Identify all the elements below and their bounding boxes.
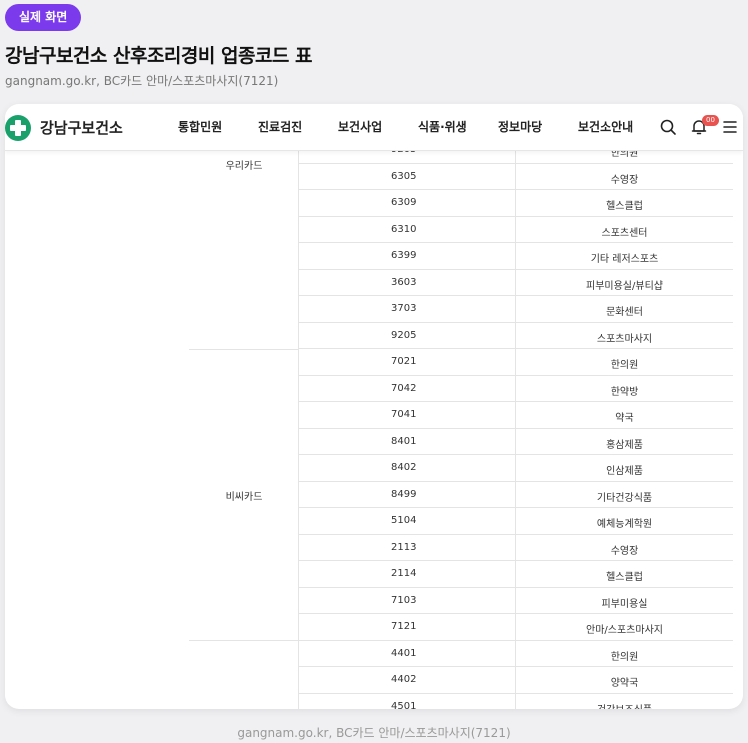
- industry-code: 7103: [391, 594, 417, 606]
- table-row: 9205 한의원: [299, 151, 733, 164]
- industry-code: 7021: [391, 356, 417, 367]
- industry-name: 예체능계학원: [515, 508, 733, 535]
- industry-code: 3603: [391, 276, 417, 288]
- industry-code: 7121: [391, 621, 417, 632]
- industry-code-table: 우리카드 비씨카드 9205 한의원 6305 수영장 6309 헬스클럽 6310 스포츠센…: [5, 151, 743, 709]
- industry-name: 홍삼제품: [515, 428, 733, 455]
- nav-item-health-projects[interactable]: 보건사업: [338, 118, 382, 135]
- table-row: 6310 스포츠센터: [299, 216, 733, 243]
- table-row: 3603 피부미용실/뷰티샵: [299, 269, 733, 296]
- industry-name: 한의원: [515, 349, 733, 376]
- table-row: 6305 수영장: [299, 163, 733, 190]
- industry-code: 4402: [391, 674, 417, 685]
- nav-item-food-hygiene[interactable]: 식품·위생: [418, 118, 467, 135]
- nav-item-civil-affairs[interactable]: 통합민원: [178, 118, 222, 135]
- industry-name: 한의원: [515, 151, 733, 164]
- nav-item-center-guide[interactable]: 보건소안내: [578, 118, 633, 135]
- table-row: 2113 수영장: [299, 534, 733, 561]
- industry-code: 2114: [391, 568, 417, 579]
- card-group-divider: [189, 349, 299, 350]
- industry-code: 6309: [391, 197, 417, 208]
- page-subtitle: gangnam.go.kr, BC카드 안마/스포츠마사지(7121): [5, 74, 279, 88]
- industry-code: 4501: [391, 700, 417, 710]
- industry-code: 3703: [391, 303, 417, 314]
- industry-name: 헬스클럽: [515, 561, 733, 588]
- industry-name: 스포츠마사지: [515, 322, 733, 349]
- industry-name: 한약방: [515, 375, 733, 402]
- industry-name: 건강보조식품: [515, 693, 733, 709]
- table-row: 9205 스포츠마사지: [299, 322, 733, 349]
- industry-code: 5104: [391, 515, 417, 526]
- nav-item-medical-checkup[interactable]: 진료검진: [258, 118, 302, 135]
- industry-name: 기타건강식품: [515, 481, 733, 508]
- table-row: 7103 피부미용실: [299, 587, 733, 614]
- industry-code: 8402: [391, 462, 417, 473]
- industry-name: 안마/스포츠마사지: [515, 614, 733, 641]
- table-row: 8401 홍삼제품: [299, 428, 733, 455]
- search-icon[interactable]: [659, 118, 677, 136]
- table-row: 7121 안마/스포츠마사지: [299, 614, 733, 641]
- table-row: 4501 건강보조식품: [299, 693, 733, 710]
- table-row: 8402 인삼제품: [299, 455, 733, 482]
- table-row: 3703 문화센터: [299, 296, 733, 323]
- industry-code: 6310: [391, 223, 417, 235]
- card-issuer-bc: 비씨카드: [225, 492, 263, 503]
- table-row: 4402 양약국: [299, 667, 733, 694]
- card-issuer-woori: 우리카드: [225, 161, 263, 172]
- table-row: 7041 약국: [299, 402, 733, 429]
- industry-name: 수영장: [515, 163, 733, 190]
- industry-name: 양약국: [515, 667, 733, 694]
- table-row: 6309 헬스클럽: [299, 190, 733, 217]
- industry-code: 8401: [391, 435, 417, 447]
- page-title: 강남구보건소 산후조리경비 업종코드 표: [5, 45, 313, 67]
- industry-name: 기타 레저스포츠: [515, 243, 733, 270]
- industry-name: 헬스클럽: [515, 190, 733, 217]
- industry-code: 4401: [391, 647, 417, 659]
- industry-name: 약국: [515, 402, 733, 429]
- industry-code: 6305: [391, 170, 417, 182]
- industry-code: 7041: [391, 409, 417, 420]
- site-header: 강남구보건소 통합민원 진료검진 보건사업 식품·위생 정보마당 보건소안내 0…: [5, 104, 743, 151]
- industry-name: 인삼제품: [515, 455, 733, 482]
- industry-name: 문화센터: [515, 296, 733, 323]
- industry-code: 7042: [391, 382, 417, 394]
- table-row: 7021 한의원: [299, 349, 733, 376]
- site-brand[interactable]: 강남구보건소: [40, 117, 123, 138]
- table-row: 4401 한의원: [299, 640, 733, 667]
- table-row: 8499 기타건강식품: [299, 481, 733, 508]
- table-row: 6399 기타 레저스포츠: [299, 243, 733, 270]
- table-row: 2114 헬스클럽: [299, 561, 733, 588]
- table-row: 7042 한약방: [299, 375, 733, 402]
- hamburger-menu-icon[interactable]: [721, 118, 739, 136]
- industry-name: 피부미용실/뷰티샵: [515, 269, 733, 296]
- nav-item-information[interactable]: 정보마당: [498, 118, 542, 135]
- industry-name: 수영장: [515, 534, 733, 561]
- notification-count-badge: 00: [702, 115, 719, 126]
- industry-name: 한의원: [515, 640, 733, 667]
- screenshot-badge: 실제 화면: [5, 4, 82, 31]
- health-cross-logo-icon[interactable]: [5, 115, 31, 141]
- industry-name: 스포츠센터: [515, 216, 733, 243]
- industry-code: 9205: [391, 329, 417, 341]
- table-row: 5104 예체능계학원: [299, 508, 733, 535]
- industry-name: 피부미용실: [515, 587, 733, 614]
- industry-code: 8499: [391, 488, 417, 500]
- industry-code: 2113: [391, 541, 417, 553]
- card-group-divider: [189, 640, 299, 641]
- industry-code: 9205: [391, 151, 416, 155]
- industry-code: 6399: [391, 250, 417, 261]
- image-caption: gangnam.go.kr, BC카드 안마/스포츠마사지(7121): [237, 726, 511, 740]
- browser-frame: 강남구보건소 통합민원 진료검진 보건사업 식품·위생 정보마당 보건소안내 0…: [5, 104, 743, 709]
